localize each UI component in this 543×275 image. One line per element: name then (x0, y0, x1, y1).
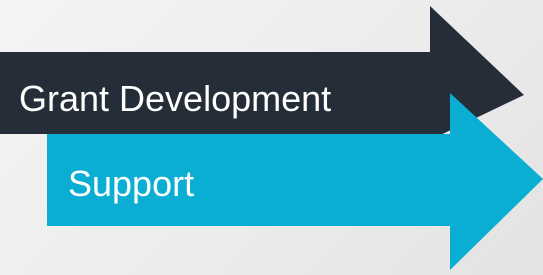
arrow-label-support: Support (68, 163, 195, 204)
arrow-diagram (0, 6, 543, 270)
arrow-label-grant-development: Grant Development (19, 78, 332, 119)
dark-arrow (0, 6, 524, 140)
